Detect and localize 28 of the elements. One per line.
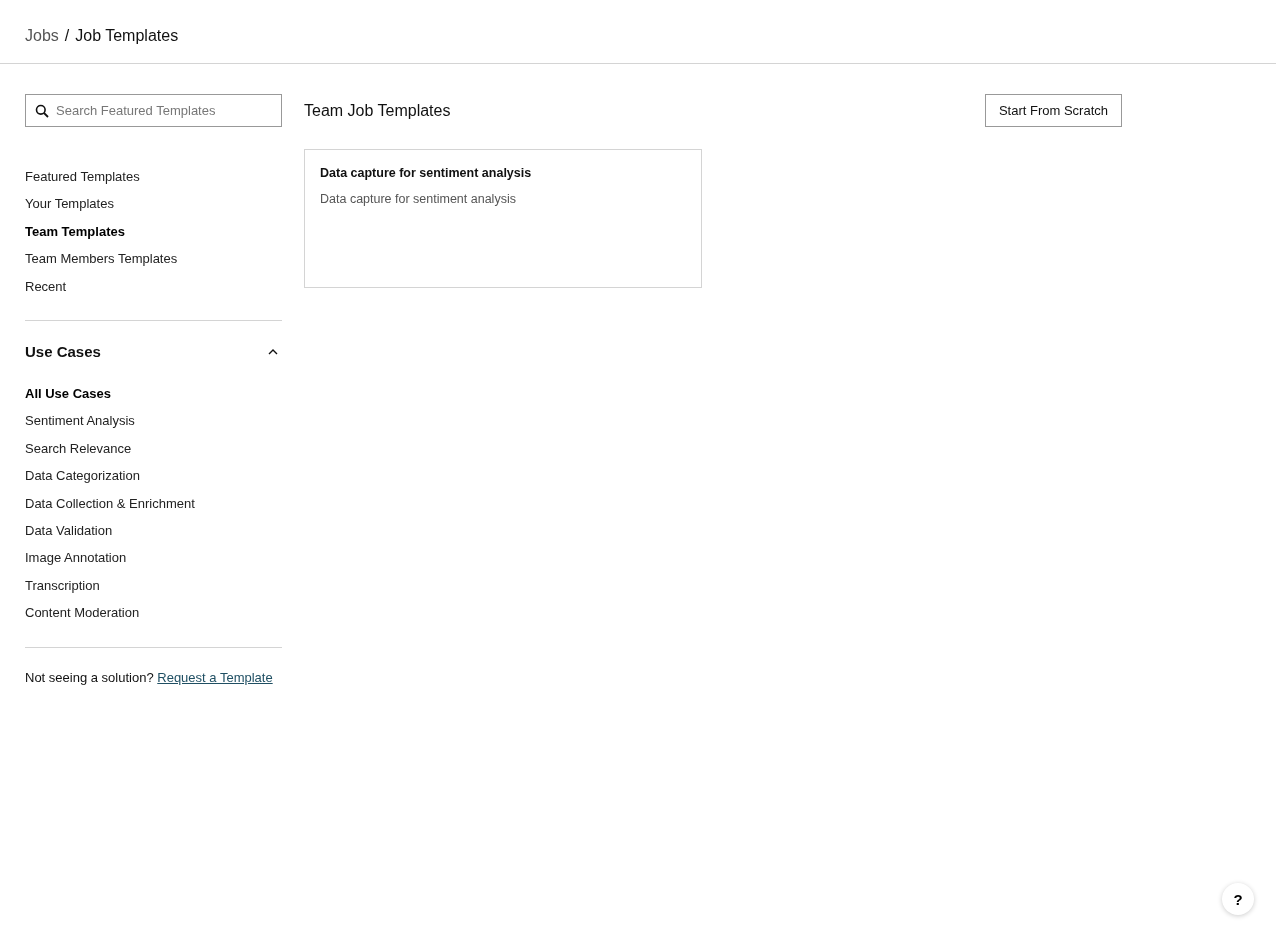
section-title: Team Job Templates bbox=[304, 101, 451, 120]
card-title: Data capture for sentiment analysis bbox=[320, 166, 533, 180]
search-field[interactable]: Search Featured Templates bbox=[25, 94, 282, 127]
card-description: Data capture for sentiment analysis bbox=[320, 192, 517, 206]
template-card[interactable]: Data capture for sentiment analysis Data capture for sentiment analysis bbox=[304, 149, 702, 288]
page-title: Job Templates bbox=[75, 26, 179, 45]
use-case-item[interactable]: All Use Cases bbox=[25, 380, 111, 408]
sidebar-item[interactable]: Team Members Templates bbox=[25, 245, 178, 273]
sidebar-item[interactable]: Recent bbox=[25, 272, 67, 301]
use-case-item[interactable]: Data Categorization bbox=[25, 462, 140, 490]
breadcrumb-separator: / bbox=[64, 26, 70, 45]
help-button[interactable]: ? bbox=[1222, 883, 1254, 915]
use-case-item[interactable]: Sentiment Analysis bbox=[25, 407, 135, 435]
use-case-item[interactable]: Search Relevance bbox=[25, 434, 132, 463]
use-case-item[interactable]: Image Annotation bbox=[25, 544, 127, 572]
breadcrumb-link[interactable]: Jobs bbox=[25, 26, 59, 45]
sidebar-item[interactable]: Your Templates bbox=[25, 190, 114, 218]
sidebar-item[interactable]: Featured Templates bbox=[25, 163, 140, 191]
use-case-item[interactable]: Data Collection & Enrichment bbox=[25, 489, 195, 518]
use-case-item[interactable]: Content Moderation bbox=[25, 599, 140, 627]
sidebar-item[interactable]: Team Templates bbox=[25, 217, 125, 246]
request-template-link[interactable]: Request a Template bbox=[157, 669, 273, 685]
use-case-item[interactable]: Data Validation bbox=[25, 517, 113, 545]
use-cases-toggle[interactable]: Use Cases bbox=[25, 341, 282, 363]
use-case-item[interactable]: Transcription bbox=[25, 571, 100, 600]
start-from-scratch-button[interactable]: Start From Scratch bbox=[984, 94, 1122, 127]
chevron-up-icon bbox=[268, 348, 278, 355]
request-template-note: Not seeing a solution? Request a Template bbox=[25, 669, 274, 685]
